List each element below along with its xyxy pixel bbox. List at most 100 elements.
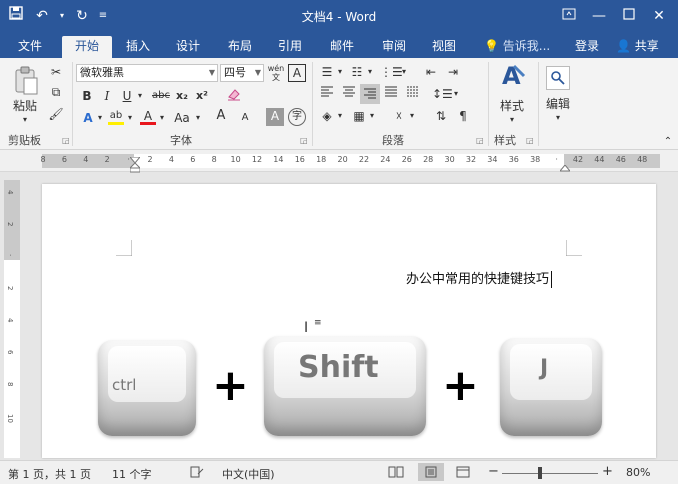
document-text-line[interactable]: 办公中常用的快捷键技巧 (406, 268, 553, 288)
bold-button[interactable]: B (80, 88, 94, 104)
tab-insert[interactable]: 插入 (118, 36, 158, 58)
paragraph-launcher-icon[interactable]: ◲ (476, 136, 484, 145)
language[interactable]: 中文(中国) (222, 466, 275, 482)
change-case-dropdown-icon[interactable]: ▾ (194, 110, 202, 126)
tab-file[interactable]: 文件 (8, 36, 52, 58)
ribbon-display-icon[interactable] (556, 4, 582, 28)
font-launcher-icon[interactable]: ◲ (300, 136, 308, 145)
line-spacing-icon[interactable]: ↕☰ (432, 86, 453, 102)
right-indent-marker[interactable] (558, 162, 572, 172)
styles-icon[interactable]: A (500, 62, 526, 96)
find-icon[interactable] (546, 66, 570, 90)
vertical-ruler-tick-label: 2 (6, 286, 14, 291)
horizontal-ruler[interactable]: 8 6 4 2 · 2 4 6 8 10 12 14 16 18 20 22 24 26 28 30 32 34 36 38 ·… (0, 150, 678, 173)
clipboard-launcher-icon[interactable]: ◲ (62, 136, 70, 145)
italic-button[interactable]: I (100, 88, 114, 104)
styles-launcher-icon[interactable]: ◲ (526, 136, 534, 145)
cut-icon[interactable]: ✂ (48, 64, 64, 80)
chevron-down-icon: ▼ (254, 68, 261, 77)
font-name-box[interactable]: 微软雅黑 ▼ (76, 64, 218, 82)
tab-review[interactable]: 审阅 (374, 36, 414, 58)
borders-icon[interactable]: ▦ (350, 108, 368, 124)
underline-dropdown-icon[interactable]: ▾ (136, 88, 144, 104)
vertical-ruler[interactable]: 4 2 · 2 4 6 8 10 (4, 180, 20, 458)
increase-indent-icon[interactable]: ⇥ (444, 64, 462, 80)
align-right-icon[interactable] (360, 84, 380, 104)
char-shading-button[interactable]: A (266, 108, 284, 126)
borders-dropdown-icon[interactable]: ▾ (368, 108, 376, 124)
subscript-button[interactable]: x₂ (174, 88, 190, 104)
minimize-icon[interactable]: — (586, 4, 612, 28)
multilevel-dropdown-icon[interactable]: ▾ (400, 64, 408, 80)
align-left-icon[interactable] (318, 86, 336, 102)
format-painter-icon[interactable]: 🖌 (48, 106, 64, 122)
styles-dropdown-icon[interactable]: ▾ (508, 112, 516, 128)
close-icon[interactable]: ✕ (646, 4, 672, 28)
editing-dropdown-icon[interactable]: ▾ (554, 110, 562, 126)
word-count[interactable]: 11 个字 (112, 466, 152, 482)
char-border-button[interactable]: A (288, 64, 306, 82)
page-count[interactable]: 第 1 页，共 1 页 (8, 466, 91, 482)
change-case-button[interactable]: Aa (172, 110, 192, 126)
highlight-dropdown-icon[interactable]: ▾ (126, 110, 134, 126)
tab-layout[interactable]: 布局 (220, 36, 260, 58)
maximize-icon[interactable] (616, 4, 642, 28)
font-color-dropdown-icon[interactable]: ▾ (158, 110, 166, 126)
paste-dropdown-icon[interactable]: ▾ (20, 112, 30, 128)
multilevel-list-icon[interactable]: ⋮☰ (380, 64, 403, 80)
line-spacing-dropdown-icon[interactable]: ▾ (452, 86, 460, 102)
numbering-dropdown-icon[interactable]: ▾ (366, 64, 374, 80)
print-layout-icon[interactable] (418, 463, 444, 481)
bullets-dropdown-icon[interactable]: ▾ (336, 64, 344, 80)
grow-font-button[interactable]: A (214, 108, 228, 124)
read-mode-icon[interactable] (388, 466, 404, 481)
tab-references[interactable]: 引用 (270, 36, 310, 58)
zoom-slider-track[interactable] (502, 473, 598, 474)
document-text[interactable]: 办公中常用的快捷键技巧 (406, 272, 549, 287)
numbering-icon[interactable]: ☷ (348, 64, 366, 80)
shading-dropdown-icon[interactable]: ▾ (336, 108, 344, 124)
tab-view[interactable]: 视图 (424, 36, 464, 58)
chinese-layout-icon[interactable]: ☓ (390, 108, 408, 124)
justify-icon[interactable] (382, 86, 400, 102)
tab-home[interactable]: 开始 (62, 36, 112, 58)
distribute-icon[interactable] (404, 86, 422, 102)
zoom-out-button[interactable]: − (488, 464, 499, 479)
bullets-icon[interactable]: ☰ (318, 64, 336, 80)
phonetic-guide-button[interactable]: wén 文 (266, 64, 286, 82)
strikethrough-button[interactable]: abc (150, 88, 172, 104)
chinese-layout-dropdown-icon[interactable]: ▾ (408, 108, 416, 124)
sort-icon[interactable]: ⇅ (432, 108, 450, 124)
font-color-button[interactable]: A (140, 110, 156, 125)
web-layout-icon[interactable] (456, 466, 470, 481)
share-button[interactable]: 👤 共享 (616, 36, 659, 56)
font-size-box[interactable]: 四号 ▼ (220, 64, 264, 82)
shading-icon[interactable]: ◈ (318, 108, 336, 124)
first-line-indent-marker[interactable] (128, 152, 142, 164)
shrink-font-button[interactable]: A (238, 110, 252, 126)
sign-in-link[interactable]: 登录 (575, 36, 599, 56)
collapse-ribbon-icon[interactable]: ⌃ (662, 134, 674, 150)
clear-formatting-icon[interactable] (226, 86, 242, 106)
zoom-level[interactable]: 80% (626, 466, 650, 479)
superscript-button[interactable]: x² (194, 88, 210, 104)
tab-mailings[interactable]: 邮件 (322, 36, 362, 58)
paste-button[interactable] (12, 66, 40, 95)
text-effects-button[interactable]: A (80, 110, 96, 126)
ruler-tick-label: 4 (168, 155, 174, 164)
enclose-char-button[interactable]: 字 (288, 108, 306, 126)
proofing-icon[interactable] (190, 466, 204, 481)
document-page[interactable]: 办公中常用的快捷键技巧 I ≡ ctrl + Shift + J (42, 184, 656, 458)
left-indent-marker[interactable] (128, 162, 142, 173)
text-effects-dropdown-icon[interactable]: ▾ (96, 110, 104, 126)
zoom-slider-thumb[interactable] (538, 467, 542, 479)
copy-icon[interactable]: ⧉ (48, 84, 64, 100)
highlight-button[interactable]: ab (108, 110, 124, 125)
zoom-in-button[interactable]: + (602, 464, 613, 479)
tab-design[interactable]: 设计 (168, 36, 208, 58)
decrease-indent-icon[interactable]: ⇤ (422, 64, 440, 80)
align-center-icon[interactable] (340, 86, 358, 102)
show-marks-icon[interactable]: ¶ (454, 108, 472, 124)
tell-me-search[interactable]: 💡 告诉我... (484, 36, 550, 58)
underline-button[interactable]: U (120, 88, 134, 104)
